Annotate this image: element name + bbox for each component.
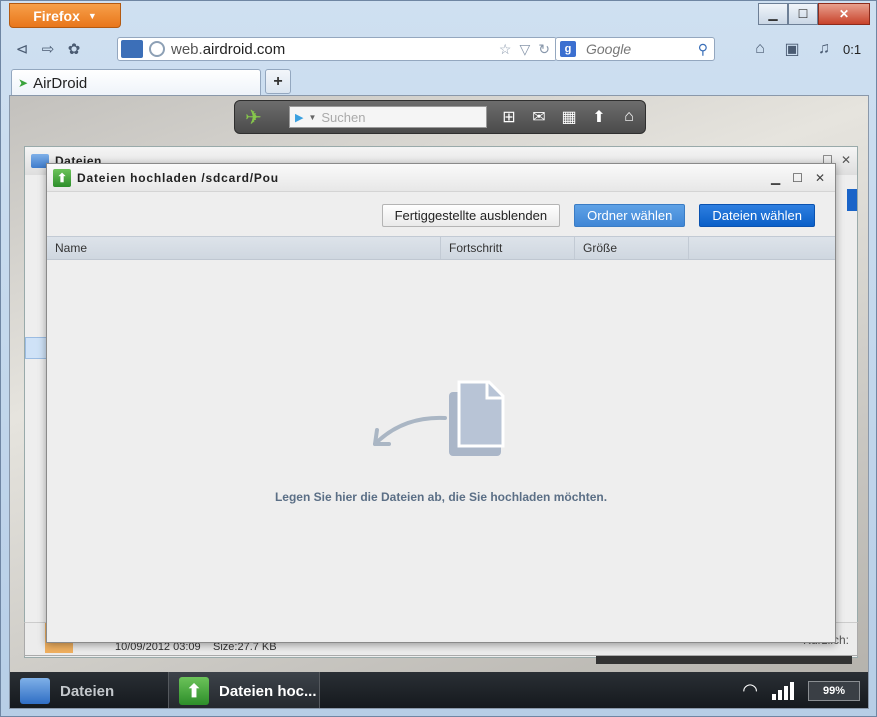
firefox-menu-button[interactable]: Firefox ▼: [9, 3, 121, 28]
airdroid-logo-icon[interactable]: ✈: [245, 105, 279, 130]
bookmark-star-icon[interactable]: ☆: [499, 41, 512, 58]
forward-icon[interactable]: ⇨: [35, 36, 61, 62]
app-search-placeholder: Suchen: [321, 109, 366, 125]
url-bar[interactable]: web.airdroid.com ☆ ▽ ↻: [117, 37, 557, 61]
airdroid-taskbar: Dateien ⬆ Dateien hoc... ◠ 99%: [10, 672, 868, 708]
choose-folder-button[interactable]: Ordner wählen: [574, 204, 686, 227]
new-tab-button[interactable]: +: [265, 69, 291, 94]
signal-icon: [772, 681, 794, 700]
choose-files-button[interactable]: Dateien wählen: [699, 204, 815, 227]
upload-arrow-icon: ⬆: [179, 677, 209, 705]
bookmarks-menu-icon[interactable]: ▣: [779, 36, 805, 62]
minimize-button[interactable]: ▁: [758, 3, 788, 25]
recent-strip: [596, 656, 852, 664]
files-action-button[interactable]: [847, 189, 857, 211]
minimize-icon[interactable]: ▁: [771, 171, 780, 185]
new-message-icon[interactable]: ✉: [527, 105, 551, 129]
maximize-button[interactable]: ☐: [788, 3, 818, 25]
play-store-icon: ▶: [295, 111, 304, 124]
upload-dialog-title: Dateien hochladen /sdcard/Pou: [77, 170, 279, 185]
page-content: ✈ ▶ ▼ Suchen ⊞ ✉ ▦ ⬆ ⌂ Dateien ☐ ✕ 10/09…: [9, 95, 869, 709]
chevron-down-icon: ▼: [87, 10, 97, 21]
url-text: web.airdroid.com: [171, 40, 286, 58]
site-identity-icon[interactable]: [121, 40, 143, 58]
clock-text: 0:1: [843, 41, 862, 57]
reload-icon[interactable]: ↻: [538, 41, 550, 58]
notification-bell-icon[interactable]: ♫: [811, 36, 837, 62]
close-icon[interactable]: ✕: [815, 171, 825, 185]
column-name[interactable]: Name: [47, 237, 441, 259]
maximize-icon[interactable]: ☐: [792, 171, 803, 185]
addons-icon[interactable]: ✿: [61, 36, 87, 62]
tab-airdroid[interactable]: ➤ AirDroid: [11, 69, 261, 96]
close-icon[interactable]: ✕: [841, 153, 851, 167]
column-size[interactable]: Größe: [575, 237, 689, 259]
window-controls: ▁ ☐ ✕: [758, 3, 870, 25]
battery-indicator: 99%: [808, 680, 860, 701]
upload-dialog-titlebar[interactable]: ⬆ Dateien hochladen /sdcard/Pou: [47, 164, 835, 192]
drop-file-icon: [373, 380, 505, 456]
firefox-window: Firefox ▼ ▁ ☐ ✕ ⊲ ⇨ ✿ web.airdroid.com ☆…: [0, 0, 877, 717]
hide-finished-button[interactable]: Fertiggestellte ausblenden: [381, 204, 561, 227]
google-icon[interactable]: g: [560, 41, 576, 57]
airdroid-favicon-icon: ➤: [18, 76, 29, 90]
apps-grid-icon[interactable]: ⊞: [497, 105, 521, 129]
upload-arrow-icon: ⬆: [53, 168, 71, 187]
upload-icon[interactable]: ⬆: [587, 105, 611, 129]
drop-instruction-text: Legen Sie hier die Dateien ab, die Sie h…: [274, 490, 608, 504]
wifi-icon: ◠: [742, 680, 758, 700]
tab-title: AirDroid: [33, 74, 88, 92]
task-upload[interactable]: ⬆ Dateien hoc...: [168, 672, 320, 708]
firefox-menu-label: Firefox: [33, 7, 80, 24]
chevron-down-icon[interactable]: ▼: [308, 113, 316, 122]
upload-table-header: Name Fortschritt Größe: [47, 236, 835, 260]
navigation-bar: ⊲ ⇨ ✿ web.airdroid.com ☆ ▽ ↻ g Google ⚲ …: [9, 34, 869, 64]
upload-dialog: ⬆ Dateien hochladen /sdcard/Pou ▁ ☐ ✕ Fe…: [46, 163, 836, 643]
folder-icon: [20, 678, 50, 704]
home-icon[interactable]: ⌂: [747, 36, 773, 62]
url-dropdown-icon[interactable]: ▽: [519, 41, 530, 58]
globe-icon: [149, 41, 165, 57]
search-placeholder: Google: [586, 41, 632, 57]
close-button[interactable]: ✕: [818, 3, 870, 25]
back-icon[interactable]: ⊲: [9, 36, 35, 62]
add-contact-icon[interactable]: ▦: [557, 105, 581, 129]
airdroid-toolbar: ✈ ▶ ▼ Suchen ⊞ ✉ ▦ ⬆ ⌂: [234, 100, 646, 134]
task-files[interactable]: Dateien: [10, 672, 168, 708]
home-icon[interactable]: ⌂: [617, 105, 641, 129]
search-icon[interactable]: ⚲: [698, 41, 708, 58]
status-tray: ◠ 99%: [742, 680, 860, 701]
file-drop-zone[interactable]: Legen Sie hier die Dateien ab, die Sie h…: [47, 260, 835, 642]
search-bar[interactable]: g Google ⚲: [555, 37, 715, 61]
task-upload-label: Dateien hoc...: [219, 682, 317, 700]
task-files-label: Dateien: [60, 682, 115, 700]
tab-strip: ➤ AirDroid +: [9, 67, 869, 96]
column-progress[interactable]: Fortschritt: [441, 237, 575, 259]
app-search-input[interactable]: ▶ ▼ Suchen: [289, 106, 487, 128]
